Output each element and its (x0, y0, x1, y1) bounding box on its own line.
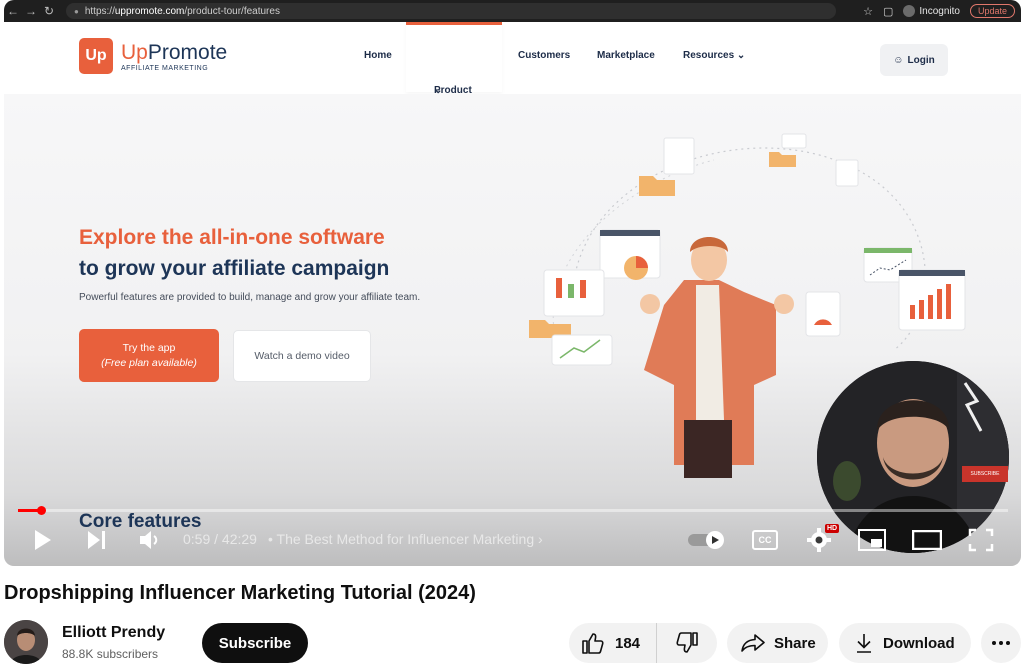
nav-marketplace: Marketplace (597, 50, 655, 61)
miniplayer-icon[interactable] (858, 529, 886, 551)
subscriber-count: 88.8K subscribers (62, 647, 159, 661)
nav-customers: Customers (518, 50, 571, 61)
lock-icon: ● (74, 6, 79, 16)
incognito-label: Incognito (919, 5, 960, 17)
download-label: Download (883, 634, 955, 652)
captions-button[interactable]: CC (752, 530, 778, 550)
url-host: uppromote.com (114, 5, 185, 17)
next-icon[interactable] (86, 529, 108, 551)
sidepanel-icon: ▢ (882, 5, 894, 18)
play-icon[interactable] (32, 528, 54, 552)
channel-name[interactable]: Elliott Prendy (62, 624, 165, 642)
try-app-sublabel: (Free plan available) (101, 357, 197, 369)
like-button[interactable]: 184 (569, 623, 657, 663)
time-display: 0:59 / 42:29 (183, 531, 257, 547)
player-controls: 0:59 / 42:29 • The Best Method for Influ… (4, 520, 1021, 560)
subscribe-button[interactable]: Subscribe (202, 623, 308, 663)
thumbs-up-icon (582, 633, 604, 654)
hero-title-line1: Explore the all-in-one software (79, 226, 385, 249)
progress-scrubber[interactable] (36, 506, 46, 515)
user-icon: ☺ (893, 54, 904, 66)
share-arrow-icon (741, 634, 765, 652)
url-prefix: https:// (84, 5, 115, 17)
chapter-title[interactable]: • The Best Method for Influencer Marketi… (268, 531, 543, 547)
url-path: /product-tour/features (184, 5, 280, 17)
channel-avatar[interactable] (4, 620, 48, 664)
volume-icon[interactable] (138, 528, 164, 552)
forward-arrow-icon: → (25, 4, 37, 18)
download-icon (857, 634, 871, 653)
logo-up: Up (121, 40, 148, 64)
embedded-browser-bar: ← → ↻ ● https://uppromote.com/product-to… (4, 0, 1021, 22)
video-player[interactable]: ← → ↻ ● https://uppromote.com/product-to… (4, 0, 1021, 566)
like-count: 184 (615, 634, 641, 652)
embedded-url-bar: ● https://uppromote.com/product-tour/fea… (66, 3, 836, 19)
watch-demo-button: Watch a demo video (233, 330, 371, 382)
share-button[interactable]: Share (727, 623, 828, 663)
incognito-indicator: Incognito (903, 5, 960, 17)
site-header: Up UpPromote AFFILIATE MARKETING Home Pr… (4, 22, 1021, 107)
dislike-button[interactable] (657, 623, 717, 663)
logo-promote: Promote (147, 40, 228, 64)
theater-mode-icon[interactable] (912, 530, 942, 550)
fullscreen-icon[interactable] (968, 528, 994, 552)
update-pill: Update (969, 4, 1015, 18)
star-icon: ☆ (863, 5, 873, 18)
facecam-subscribe-badge: SUBSCRIBE (962, 466, 1008, 482)
login-button: ☺ Login (880, 44, 948, 76)
progress-bar[interactable] (18, 506, 1008, 515)
logo-subtitle: AFFILIATE MARKETING (121, 64, 209, 72)
nav-product-tour: Product tour ⌄ (406, 22, 502, 107)
uppromote-logo: Up UpPromote AFFILIATE MARKETING (79, 38, 227, 74)
back-arrow-icon: ← (7, 4, 19, 18)
hero-description: Powerful features are provided to build,… (79, 292, 421, 303)
thumbs-down-icon (676, 632, 698, 653)
reload-icon: ↻ (43, 4, 55, 18)
more-actions-button[interactable] (981, 623, 1021, 663)
try-app-button: Try the app (Free plan available) (79, 329, 219, 382)
try-app-label: Try the app (122, 342, 176, 354)
nav-home: Home (364, 50, 392, 61)
download-button[interactable]: Download (839, 623, 971, 663)
like-dislike-group: 184 (569, 623, 717, 663)
login-label: Login (907, 54, 935, 66)
folder-icon (639, 176, 675, 196)
hero-title-line2: to grow your affiliate campaign (79, 257, 390, 280)
logo-mark-icon: Up (79, 38, 113, 74)
share-label: Share (774, 634, 816, 652)
autoplay-toggle[interactable] (688, 531, 728, 549)
folder-icon (769, 152, 796, 167)
incognito-icon (903, 5, 916, 17)
nav-resources: Resources (683, 50, 735, 61)
more-dots-icon (992, 641, 1010, 645)
hd-badge: HD (825, 524, 840, 533)
chevron-down-icon: ⌄ (736, 50, 746, 61)
video-title: Dropshipping Influencer Marketing Tutori… (4, 582, 476, 604)
chapter-text: The Best Method for Influencer Marketing (276, 531, 535, 547)
